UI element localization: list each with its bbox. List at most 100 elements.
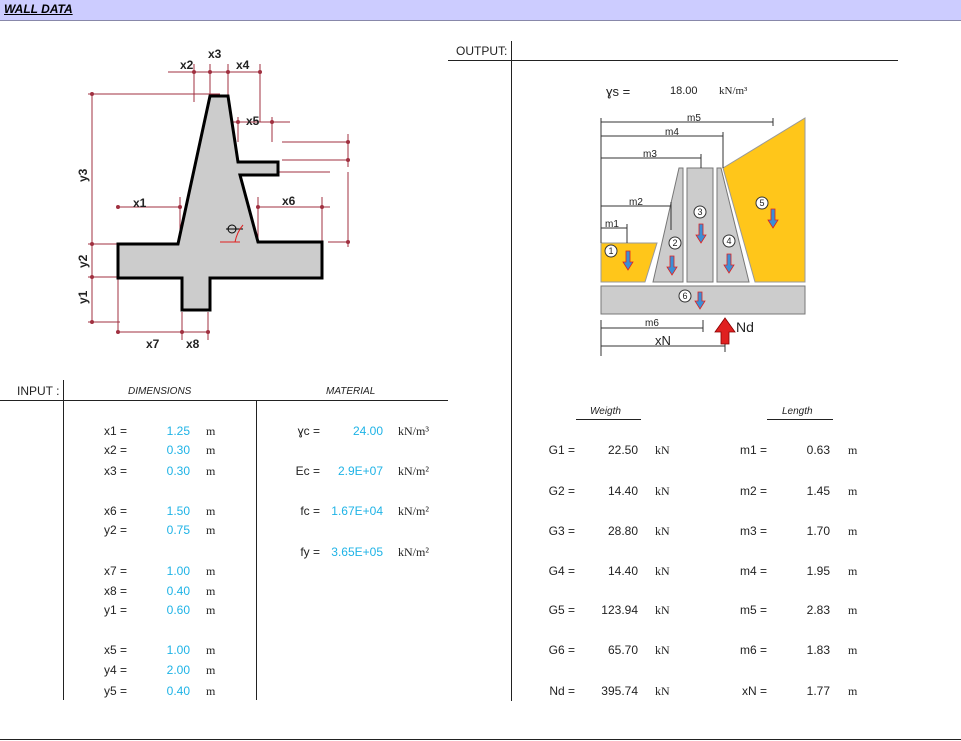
output-weight-unit: kN — [655, 684, 670, 698]
input-material-value[interactable]: 24.00 — [303, 424, 383, 438]
wall-dimension-drawing: x1 x2 x3 x4 x5 x6 x7 x8 y1 y2 y3 y4 y5 — [76, 47, 350, 351]
label-y2: y2 — [76, 254, 90, 268]
input-dimension-value[interactable]: 0.40 — [110, 684, 190, 698]
output-weight-unit: kN — [655, 603, 670, 617]
gamma-s-unit: kN/m³ — [719, 85, 748, 97]
output-weight-value: 22.50 — [607, 443, 638, 457]
bottom-line — [0, 739, 961, 740]
output-label: OUTPUT: — [456, 44, 508, 58]
input-dimension-unit: m — [206, 564, 216, 578]
gamma-s-value: 18.00 — [670, 85, 698, 97]
label-x3: x3 — [208, 47, 222, 61]
label-y1: y1 — [76, 290, 90, 304]
output-length-value: 0.63 — [806, 443, 830, 457]
input-material-value[interactable]: 2.9E+07 — [303, 464, 383, 478]
input-dimension-unit: m — [206, 584, 216, 598]
label-m2: m2 — [629, 197, 643, 208]
dimensions-header: DIMENSIONS — [128, 386, 192, 397]
input-dimension-value[interactable]: 1.00 — [110, 643, 190, 657]
block-6-number: 6 — [682, 291, 687, 301]
input-material-unit: kN/m² — [398, 504, 429, 518]
input-dimension-unit: m — [206, 643, 216, 657]
label-x5: x5 — [246, 114, 260, 128]
input-dimension-unit: m — [206, 603, 216, 617]
output-length-value: 1.95 — [806, 564, 830, 578]
input-dimension-value[interactable]: 0.30 — [110, 443, 190, 457]
output-length-value: 1.70 — [806, 524, 830, 538]
output-weight-unit: kN — [655, 443, 670, 457]
input-dimension-unit: m — [206, 663, 216, 677]
output-weight-value: 14.40 — [607, 484, 638, 498]
label-m4: m4 — [665, 127, 679, 138]
input-dimension-value[interactable]: 0.30 — [110, 464, 190, 478]
input-header-line — [0, 400, 448, 401]
input-label: INPUT : — [17, 384, 60, 398]
input-material-value[interactable]: 1.67E+04 — [303, 504, 383, 518]
label-x7: x7 — [146, 337, 160, 351]
output-length-unit: m — [848, 564, 858, 578]
output-weight-unit: kN — [655, 484, 670, 498]
output-weight-value: 14.40 — [607, 564, 638, 578]
material-header: MATERIAL — [326, 386, 376, 397]
output-length-unit: m — [848, 603, 858, 617]
input-dimension-unit: m — [206, 504, 216, 518]
label-m3: m3 — [643, 149, 657, 160]
label-x1: x1 — [133, 196, 147, 210]
label-m5: m5 — [687, 113, 701, 124]
weight-header-underline — [576, 419, 641, 420]
output-length-unit: m — [848, 524, 858, 538]
input-dimension-value[interactable]: 0.40 — [110, 584, 190, 598]
label-x6: x6 — [282, 194, 296, 208]
output-divider — [511, 41, 512, 701]
output-length-value: 1.77 — [806, 684, 830, 698]
label-x4: x4 — [236, 58, 250, 72]
input-dimension-unit: m — [206, 684, 216, 698]
input-dimension-value[interactable]: 1.50 — [110, 504, 190, 518]
output-weight-unit: kN — [655, 524, 670, 538]
input-material-unit: kN/m² — [398, 545, 429, 559]
output-length-unit: m — [848, 484, 858, 498]
output-weight-value: 65.70 — [607, 643, 638, 657]
output-weight-unit: kN — [655, 643, 670, 657]
label-m6: m6 — [645, 318, 659, 329]
output-length-unit: m — [848, 443, 858, 457]
load-diagram: m5 m4 m3 m2 m1 m6 xN 1 2 3 4 5 6 Nd — [600, 113, 806, 356]
output-weight-value: 395.74 — [601, 684, 638, 698]
base-block-6 — [600, 285, 806, 315]
label-nd: Nd — [736, 319, 754, 335]
input-dimension-value[interactable]: 0.60 — [110, 603, 190, 617]
block-5-number: 5 — [759, 198, 764, 208]
label-xn: xN — [655, 333, 671, 348]
input-material-value[interactable]: 3.65E+05 — [303, 545, 383, 559]
output-length-value: 1.45 — [806, 484, 830, 498]
gamma-s-label: ɣs = — [606, 84, 631, 99]
block-2-number: 2 — [672, 238, 677, 248]
output-length-value: 1.83 — [806, 643, 830, 657]
output-length-value: 2.83 — [806, 603, 830, 617]
label-m1: m1 — [605, 219, 619, 230]
output-weight-value: 123.94 — [601, 603, 638, 617]
input-dimension-value[interactable]: 1.25 — [110, 424, 190, 438]
output-weight-value: 28.80 — [607, 524, 638, 538]
title-banner — [0, 0, 961, 21]
input-dimension-unit: m — [206, 464, 216, 478]
input-dimension-value[interactable]: 1.00 — [110, 564, 190, 578]
block-3-number: 3 — [697, 207, 702, 217]
input-dimension-unit: m — [206, 523, 216, 537]
block-4-number: 4 — [726, 236, 731, 246]
wall-block-2 — [652, 167, 684, 283]
input-material-unit: kN/m² — [398, 464, 429, 478]
label-y3: y3 — [76, 168, 90, 182]
input-dimension-value[interactable]: 0.75 — [110, 523, 190, 537]
length-header: Length — [782, 406, 813, 417]
input-dimension-value[interactable]: 2.00 — [110, 663, 190, 677]
output-header-line — [448, 60, 898, 61]
weight-header: Weigth — [590, 406, 621, 417]
label-x2: x2 — [180, 58, 194, 72]
nd-reaction-arrow — [714, 317, 736, 345]
output-weight-unit: kN — [655, 564, 670, 578]
output-length-unit: m — [848, 684, 858, 698]
block-1-number: 1 — [608, 246, 613, 256]
length-header-underline — [767, 419, 833, 420]
input-dimension-unit: m — [206, 443, 216, 457]
